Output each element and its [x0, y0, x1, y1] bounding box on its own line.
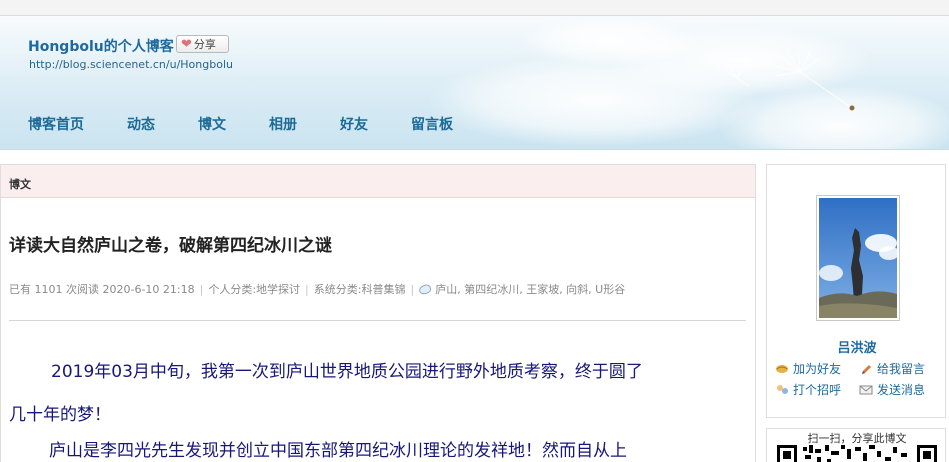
section-label: 博文	[9, 178, 31, 191]
post-paragraph: 庐山是李四光先生发现并创立中国东部第四纪冰川理论的发祥地！然而自从上	[49, 441, 627, 461]
leave-message-link[interactable]: 给我留言	[859, 360, 925, 377]
greet-link[interactable]: 打个招呼	[775, 381, 841, 398]
send-message-link[interactable]: 发送消息	[859, 381, 925, 398]
author-name[interactable]: 吕洪波	[767, 337, 947, 356]
send-message-label: 发送消息	[877, 383, 926, 397]
post-title: 详读大自然庐山之卷，破解第四纪冰川之谜	[9, 236, 332, 256]
wave-hand-icon	[777, 384, 788, 394]
post-meta: 已有 1101 次阅读 2020-6-10 21:18 | 个人分类:地学探讨 …	[9, 281, 625, 297]
nav-posts[interactable]: 博文	[198, 114, 226, 134]
post-tags[interactable]: 庐山, 第四纪冰川, 王家坡, 向斜, U形谷	[435, 281, 625, 297]
read-count-and-date: 已有 1101 次阅读 2020-6-10 21:18	[9, 283, 195, 296]
post-paragraph: 几十年的梦！	[9, 405, 111, 425]
dandelion-seed-icon	[773, 50, 855, 111]
greet-label: 打个招呼	[793, 383, 842, 397]
qr-label: 扫一扫，分享此博文	[807, 432, 907, 445]
share-label: 分享	[193, 38, 216, 51]
post-paragraph: 2019年03月中旬，我第一次到庐山世界地质公园进行野外地质考察，终于圆了	[51, 362, 643, 382]
add-friend-link[interactable]: 加为好友	[775, 360, 841, 377]
pencil-icon	[862, 364, 871, 374]
meta-separator: |	[305, 282, 309, 296]
post-panel: 博文 详读大自然庐山之卷，破解第四纪冰川之谜 已有 1101 次阅读 2020-…	[0, 164, 756, 462]
avatar[interactable]	[816, 195, 900, 321]
avatar-photo	[819, 198, 897, 318]
top-strip	[0, 0, 949, 16]
section-header: 博文	[1, 165, 755, 198]
nav-blog-home[interactable]: 博客首页	[28, 114, 84, 134]
blog-title[interactable]: Hongbolu的个人博客	[28, 36, 174, 56]
handshake-icon	[776, 364, 788, 373]
envelope-icon	[859, 385, 873, 394]
qr-code-icon[interactable]	[777, 445, 937, 462]
title-divider	[9, 320, 746, 321]
blog-url[interactable]: http://blog.sciencenet.cn/u/Hongbolu	[29, 58, 233, 71]
author-sidebar: 吕洪波 加为好友 给我留言 打个招呼 发送消息	[766, 164, 946, 418]
share-button[interactable]: ❤ 分享	[176, 35, 229, 53]
add-friend-label: 加为好友	[793, 362, 842, 376]
nav-guestbook[interactable]: 留言板	[411, 114, 453, 134]
tag-icon	[418, 282, 433, 296]
meta-separator: |	[199, 282, 204, 296]
nav-activity[interactable]: 动态	[127, 114, 155, 134]
leave-message-label: 给我留言	[877, 362, 926, 376]
banner-cloud	[520, 16, 700, 66]
blog-header-banner: Hongbolu的个人博客 ❤ 分享 http://blog.sciencene…	[0, 16, 949, 150]
floating-seed-icon	[724, 68, 750, 87]
heart-icon: ❤	[181, 36, 192, 52]
nav-friends[interactable]: 好友	[340, 114, 368, 134]
system-category-link[interactable]: 系统分类:科普集锦	[314, 281, 406, 297]
personal-category-link[interactable]: 个人分类:地学探讨	[208, 281, 300, 297]
qr-share-box: 扫一扫，分享此博文	[766, 428, 946, 462]
nav-album[interactable]: 相册	[269, 114, 297, 134]
meta-separator: |	[410, 282, 415, 296]
